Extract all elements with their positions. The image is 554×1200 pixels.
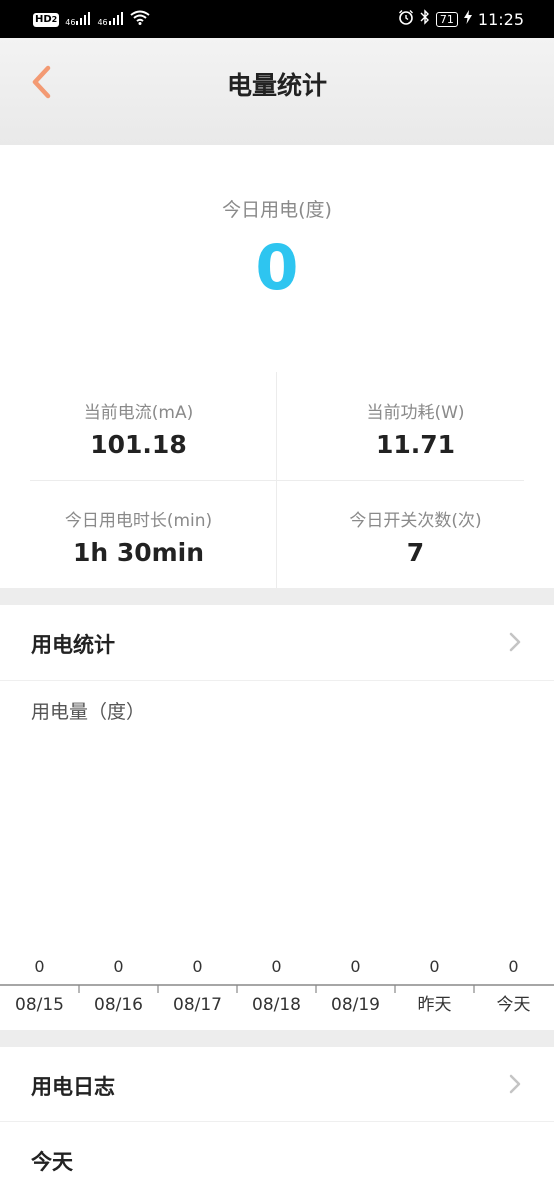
signal-icon-2: 46 xyxy=(97,11,123,29)
chart-tick-label: 08/16 xyxy=(94,995,143,1015)
stats-grid: 当前电流(mA) 101.18 当前功耗(W) 11.71 今日用电时长(min… xyxy=(0,372,554,588)
stat-value: 7 xyxy=(406,538,425,567)
section-gap xyxy=(0,1030,554,1047)
stat-label: 当前功耗(W) xyxy=(366,403,465,423)
alarm-icon xyxy=(398,9,414,29)
bluetooth-icon xyxy=(420,9,430,29)
stat-current: 当前电流(mA) 101.18 xyxy=(0,398,277,459)
signal-icon-1: 46 xyxy=(65,11,91,29)
log-day-header: 今天 xyxy=(0,1122,554,1197)
today-usage-value: 0 xyxy=(255,231,299,304)
chart-value-label: 0 xyxy=(350,957,360,976)
chart-tick-label: 昨天 xyxy=(418,995,452,1015)
stat-label: 当前电流(mA) xyxy=(83,403,194,423)
hd-badge: HD2 xyxy=(33,12,60,27)
chart-value-label: 0 xyxy=(113,957,123,976)
usage-stats-title: 用电统计 xyxy=(31,633,115,657)
usage-chart: 0 08/15 0 08/16 0 08/17 0 08/18 0 08/19 0 昨天 0 今天 xyxy=(0,957,554,1015)
page-title: 电量统计 xyxy=(226,71,327,100)
clock: 11:25 xyxy=(477,9,524,29)
chart-value-label: 0 xyxy=(34,957,44,976)
stat-label: 今日用电时长(min) xyxy=(64,511,213,531)
usage-log-row[interactable]: 用电日志 xyxy=(0,1047,554,1122)
stat-value: 11.71 xyxy=(375,430,456,459)
chart-tick-label: 08/19 xyxy=(331,995,380,1015)
stat-value: 1h 30min xyxy=(72,538,205,567)
stat-duration: 今日用电时长(min) 1h 30min xyxy=(0,506,277,567)
chart-value-label: 0 xyxy=(429,957,439,976)
divider xyxy=(0,680,554,681)
chart-tick-label: 08/15 xyxy=(15,995,64,1015)
stat-switch-count: 今日开关次数(次) 7 xyxy=(277,506,554,567)
stat-value: 101.18 xyxy=(90,430,187,459)
chart-value-label: 0 xyxy=(271,957,281,976)
chevron-right-icon xyxy=(509,632,521,652)
log-day-label: 今天 xyxy=(31,1150,73,1174)
usage-stats-row[interactable]: 用电统计 xyxy=(0,605,554,680)
section-gap xyxy=(0,588,554,605)
usage-log-title: 用电日志 xyxy=(31,1075,115,1099)
status-right: 71 11:25 xyxy=(398,9,524,29)
stat-label: 今日开关次数(次) xyxy=(349,511,482,531)
nav-bar: 电量统计 xyxy=(0,38,554,145)
chevron-right-icon xyxy=(509,1074,521,1094)
chart-tick-label: 今天 xyxy=(497,995,531,1015)
chart-y-label: 用电量（度） xyxy=(31,701,146,723)
charging-icon xyxy=(463,10,472,28)
status-bar: HD2 46 46 71 11:25 xyxy=(0,0,554,38)
chart-tick-label: 08/17 xyxy=(173,995,222,1015)
status-left: HD2 46 46 xyxy=(33,10,150,29)
chart-value-label: 0 xyxy=(192,957,202,976)
wifi-icon xyxy=(130,10,150,29)
grid-divider-horizontal xyxy=(30,480,524,481)
battery-indicator: 71 xyxy=(435,11,458,27)
chart-value-label: 0 xyxy=(508,957,518,976)
stat-power: 当前功耗(W) 11.71 xyxy=(277,398,554,459)
today-usage-label: 今日用电(度) xyxy=(222,199,332,221)
chart-tick-label: 08/18 xyxy=(252,995,301,1015)
